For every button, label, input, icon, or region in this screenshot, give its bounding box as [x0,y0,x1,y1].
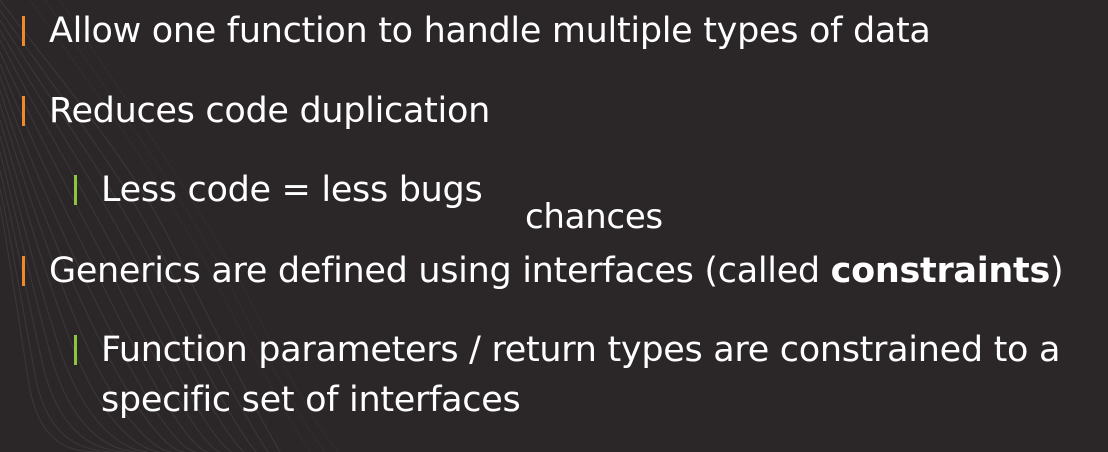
bullet-text: Reduces code duplication [49,91,490,131]
handwritten-annotation: chances [525,197,663,237]
bullet-text-after: ) [1050,251,1064,291]
slide-content: Allow one function to handle multiple ty… [0,0,1108,452]
bullet-level1-code-duplication: Reduces code duplication [22,86,490,136]
bullet-level1-multiple-types: Allow one function to handle multiple ty… [22,6,931,56]
bullet-marker [74,175,77,205]
bold-term: constraints [830,251,1051,291]
bullet-level2-function-parameters: Function parameters / return types are c… [74,325,1091,425]
bullet-text-before: Generics are defined using interfaces (c… [49,251,831,291]
bullet-level2-less-bugs: Less code = less bugs [74,165,483,215]
bullet-marker [22,16,25,46]
bullet-text: Function parameters / return types are c… [101,330,1061,420]
bullet-level1-constraints: Generics are defined using interfaces (c… [22,246,1064,296]
bullet-marker [22,96,25,126]
bullet-text: Allow one function to handle multiple ty… [49,11,931,51]
bullet-marker [22,256,25,286]
bullet-text: Less code = less bugs [101,170,483,210]
bullet-text: Generics are defined using interfaces (c… [49,246,1064,296]
bullet-marker [74,335,77,365]
